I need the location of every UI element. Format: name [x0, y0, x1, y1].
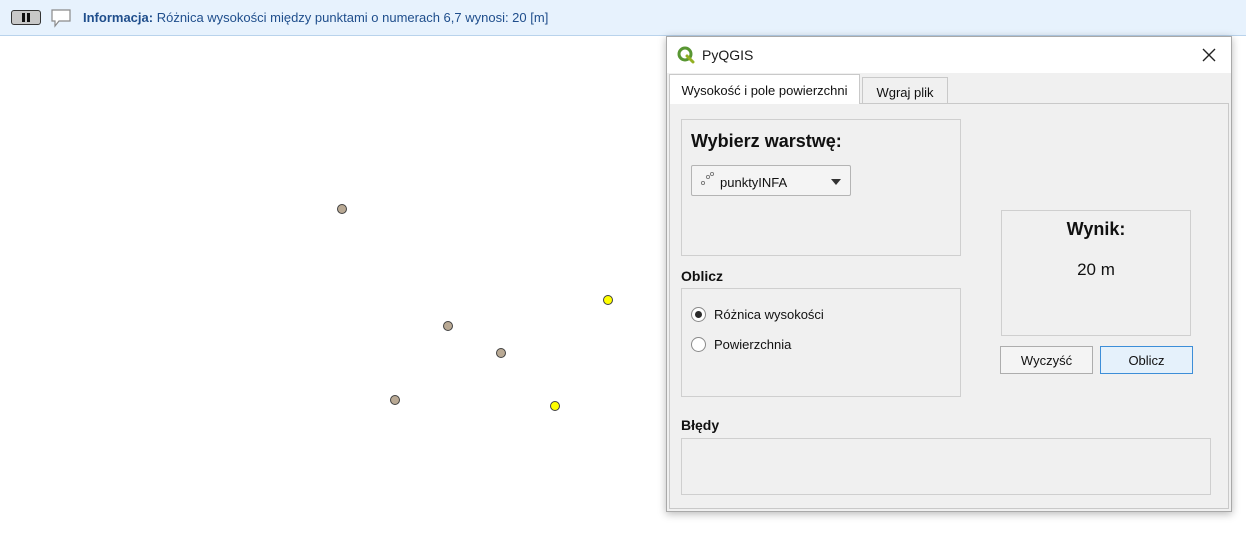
chevron-down-icon	[831, 179, 841, 185]
map-point	[390, 395, 400, 405]
speech-bubble-icon	[51, 9, 71, 28]
errors-label: Błędy	[681, 417, 720, 433]
radio-area-label: Powierzchnia	[714, 337, 792, 352]
dialog-titlebar[interactable]: PyQGIS	[667, 37, 1231, 73]
map-point	[443, 321, 453, 331]
clear-button[interactable]: Wyczyść	[1000, 346, 1093, 374]
tab-load-file[interactable]: Wgraj plik	[862, 77, 948, 104]
window-title: PyQGIS	[702, 47, 754, 63]
layer-group-title: Wybierz warstwę:	[691, 131, 842, 151]
calc-section-label: Oblicz	[681, 268, 724, 284]
layer-combobox[interactable]: punktyINFA	[691, 165, 851, 196]
qgis-logo-icon	[677, 46, 695, 64]
result-value: 20 m	[1077, 260, 1115, 279]
layer-group: Wybierz warstwę: punktyINFA	[681, 119, 961, 256]
calculate-button[interactable]: Oblicz	[1100, 346, 1193, 374]
result-box: Wynik: 20 m	[1001, 210, 1191, 336]
map-point	[337, 204, 347, 214]
errors-box	[681, 438, 1211, 495]
message-bar: Informacja: Różnica wysokości między pun…	[0, 0, 1246, 36]
point-layer-icon	[700, 171, 715, 186]
layer-combobox-value: punktyINFA	[720, 175, 788, 190]
radio-height-difference-label: Różnica wysokości	[714, 307, 824, 322]
map-point-selected	[603, 295, 613, 305]
calc-options-group: Różnica wysokości Powierzchnia	[681, 288, 961, 397]
map-point-selected	[550, 401, 560, 411]
pyqgis-dialog: PyQGIS Wysokość i pole powierzchni Wgraj…	[666, 36, 1232, 512]
close-icon[interactable]	[1197, 43, 1221, 67]
message-title: Informacja:	[83, 10, 154, 25]
radio-button[interactable]	[691, 337, 706, 352]
result-title: Wynik:	[1066, 219, 1126, 239]
tab-pane: Wybierz warstwę: punktyINFA Oblicz Różni…	[669, 103, 1229, 509]
tab-height-area[interactable]: Wysokość i pole powierzchni	[669, 74, 860, 104]
pause-button[interactable]	[11, 10, 41, 25]
radio-button-checked[interactable]	[691, 307, 706, 322]
message-text-container: Informacja: Różnica wysokości między pun…	[83, 10, 548, 25]
message-text: Różnica wysokości między punktami o nume…	[156, 10, 549, 25]
map-point	[496, 348, 506, 358]
